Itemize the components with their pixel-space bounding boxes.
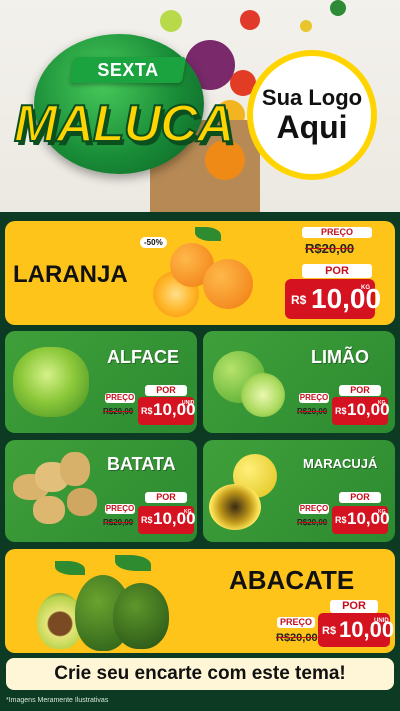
currency: R$ xyxy=(335,406,347,416)
product-name: ABACATE xyxy=(229,565,355,595)
discount-badge: -50% xyxy=(140,237,167,248)
product-name: LARANJA xyxy=(13,261,128,288)
price-unit: UNID xyxy=(374,618,389,624)
currency: R$ xyxy=(141,515,153,525)
logo-line-1: Sua Logo xyxy=(261,85,363,110)
vegetable-decor xyxy=(240,10,260,30)
por-label: POR xyxy=(330,600,378,613)
sexta-maluca-badge: SEXTA MALUCA xyxy=(13,28,235,178)
currency: R$ xyxy=(322,625,337,637)
por-label: POR xyxy=(145,492,187,503)
passion-fruit-half-icon xyxy=(209,484,261,530)
preco-label: PREÇO xyxy=(105,393,135,403)
badge-main-text: MALUCA xyxy=(13,94,235,154)
potato-icon xyxy=(67,488,97,516)
old-price: R$20,00 xyxy=(276,632,318,644)
old-price: R$20,00 xyxy=(103,518,134,527)
price-tag: R$ 10,00 KG xyxy=(332,506,390,534)
por-label: POR xyxy=(145,385,187,396)
price-unit: KG xyxy=(184,509,192,515)
old-price: R$20,00 xyxy=(305,241,355,256)
leaf-icon xyxy=(55,561,85,575)
currency: R$ xyxy=(141,406,153,416)
footnote: *Imagens Meramente Ilustrativas xyxy=(6,697,109,704)
price-unit: KG xyxy=(378,509,386,515)
product-card-batata: BATATA PREÇO R$20,00 POR R$ 10,00 KG xyxy=(5,440,197,542)
lime-half-icon xyxy=(241,373,285,417)
leaf-icon xyxy=(115,555,151,571)
leaf-icon xyxy=(195,227,221,241)
currency: R$ xyxy=(291,293,307,307)
hero-banner: SEXTA MALUCA Sua Logo Aqui xyxy=(0,0,400,212)
por-label: POR xyxy=(339,492,381,503)
badge-top-text: SEXTA xyxy=(97,60,159,80)
vegetable-decor xyxy=(330,0,346,16)
old-price: R$20,00 xyxy=(297,407,328,416)
por-label: POR xyxy=(302,264,372,278)
price-tag: R$ 10,00 KG xyxy=(138,506,196,534)
orange-icon xyxy=(203,259,253,309)
old-price: R$20,00 xyxy=(297,518,328,527)
price-tag: R$ 10,00 KG xyxy=(285,279,381,319)
preco-label: PREÇO xyxy=(105,504,135,514)
badge-ribbon: SEXTA xyxy=(69,57,187,83)
vegetable-decor xyxy=(300,20,312,32)
price-value: 10,00 xyxy=(311,283,382,314)
currency: R$ xyxy=(335,515,347,525)
product-name: MARACUJÁ xyxy=(303,456,378,471)
preco-label: PREÇO xyxy=(299,393,329,403)
product-name: BATATA xyxy=(107,454,176,474)
logo-line-2: Aqui xyxy=(276,109,348,145)
preco-label: PREÇO xyxy=(299,504,329,514)
potato-icon xyxy=(60,452,90,486)
product-name: LIMÃO xyxy=(311,347,369,367)
price-unit: KG xyxy=(361,285,370,291)
por-label: POR xyxy=(339,385,381,396)
price-tag: R$ 10,00 UNID xyxy=(318,613,394,647)
avocado-icon xyxy=(113,583,169,649)
logo-placeholder: Sua Logo Aqui xyxy=(247,50,377,180)
product-card-alface: ALFACE PREÇO R$20,00 POR R$ 10,00 UNID xyxy=(5,331,197,433)
product-card-maracuja: MARACUJÁ PREÇO R$20,00 POR R$ 10,00 KG xyxy=(203,440,395,542)
product-card-limao: LIMÃO PREÇO R$20,00 POR R$ 10,00 KG xyxy=(203,331,395,433)
tagline-banner: Crie seu encarte com este tema! xyxy=(6,658,394,690)
product-card-abacate: ABACATE PREÇO R$20,00 POR R$ 10,00 UNID xyxy=(5,549,395,653)
potato-icon xyxy=(33,496,65,524)
preco-label: PREÇO xyxy=(302,227,372,238)
product-name: ALFACE xyxy=(107,347,179,367)
price-tag: R$ 10,00 UNID xyxy=(138,397,196,425)
old-price: R$20,00 xyxy=(103,407,134,416)
price-tag: R$ 10,00 KG xyxy=(332,397,390,425)
price-unit: KG xyxy=(378,400,386,406)
price-unit: UNID xyxy=(182,400,195,406)
product-card-laranja: LARANJA -50% PREÇO R$20,00 POR R$ 10,00 … xyxy=(5,221,395,325)
preco-label: PREÇO xyxy=(277,617,315,628)
lettuce-icon xyxy=(13,347,89,417)
